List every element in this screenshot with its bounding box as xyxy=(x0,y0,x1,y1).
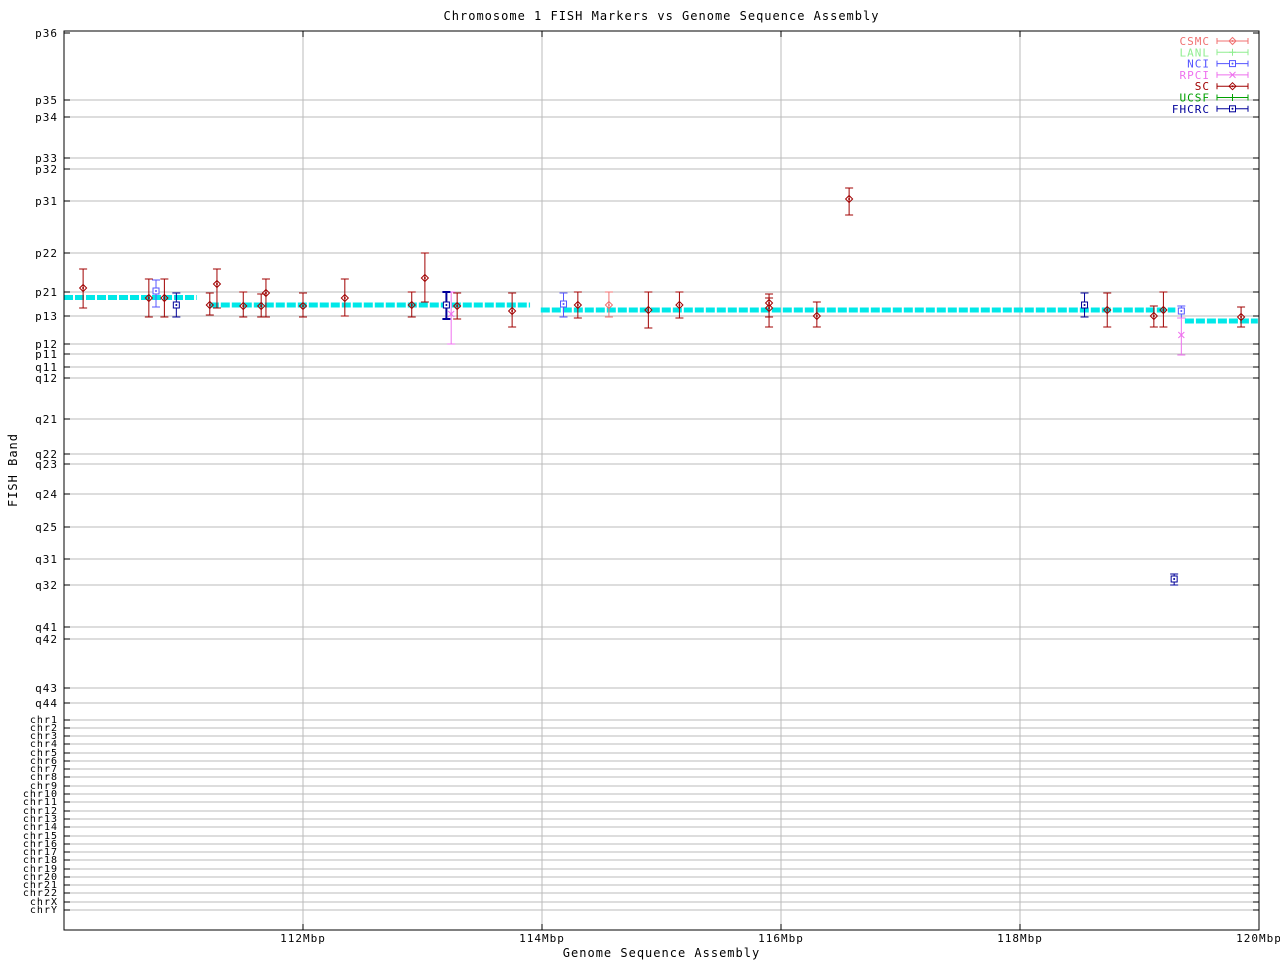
data-point-FHCRC-4-dot xyxy=(1173,578,1176,580)
y-tick-label-q23: q23 xyxy=(35,458,58,471)
data-point-SC-5-dot xyxy=(215,283,218,285)
y-tick-label-p22: p22 xyxy=(35,247,58,260)
data-point-SC-1-dot xyxy=(82,287,85,289)
legend-label-FHCRC: FHCRC xyxy=(1172,103,1210,116)
y-tick-label-q31: q31 xyxy=(35,553,58,566)
data-point-SC-15-dot xyxy=(576,304,579,306)
y-tick-label-p35: p35 xyxy=(35,94,58,107)
data-point-SC-10-dot xyxy=(343,297,346,299)
legend-symbol-FHCRC-dot xyxy=(1231,107,1234,110)
data-point-SC-7-dot xyxy=(260,305,263,307)
y-tick-label-q12: q12 xyxy=(35,372,58,385)
data-point-FHCRC-2-dot xyxy=(445,304,448,306)
x-tick-label-116Mbp: 116Mbp xyxy=(758,932,804,945)
x-tick-label-112Mbp: 112Mbp xyxy=(280,932,326,945)
plot-border xyxy=(63,30,1260,931)
data-point-SC-14-dot xyxy=(511,310,514,312)
x-tick-label-114Mbp: 114Mbp xyxy=(519,932,565,945)
legend-symbol-CSMC-dot xyxy=(1231,40,1234,42)
data-point-SC-19-dot xyxy=(768,307,771,309)
legend-symbol-SC-dot xyxy=(1231,85,1234,88)
y-axis-title: FISH Band xyxy=(6,432,20,508)
y-tick-label-q43: q43 xyxy=(35,682,58,695)
data-point-NCI-2-dot xyxy=(562,303,565,305)
y-tick-label-p31: p31 xyxy=(35,195,58,208)
data-point-FHCRC-1-dot xyxy=(175,304,178,306)
data-point-SC-6-dot xyxy=(242,305,245,307)
data-point-SC-21-dot xyxy=(848,198,851,200)
y-tick-label-p32: p32 xyxy=(35,163,58,176)
legend-symbol-NCI-dot xyxy=(1231,62,1234,65)
data-point-SC-17-dot xyxy=(678,304,681,306)
y-tick-label-q21: q21 xyxy=(35,413,58,426)
data-point-SC-13-dot xyxy=(456,305,459,307)
y-tick-label-q44: q44 xyxy=(35,697,58,710)
data-point-SC-9-dot xyxy=(302,305,304,307)
chart-title: Chromosome 1 FISH Markers vs Genome Sequ… xyxy=(443,9,880,23)
y-tick-label-q42: q42 xyxy=(35,633,58,646)
y-tick-label-p13: p13 xyxy=(35,310,58,323)
y-tick-label-q24: q24 xyxy=(35,488,58,501)
data-point-SC-25-dot xyxy=(1240,316,1243,318)
x-tick-label-120Mbp: 120Mbp xyxy=(1236,932,1280,945)
data-point-SC-24-dot xyxy=(1162,309,1165,311)
x-axis-title: Genome Sequence Assembly xyxy=(562,946,761,960)
y-tick-label-p34: p34 xyxy=(35,111,58,124)
x-tick-label-118Mbp: 118Mbp xyxy=(997,932,1043,945)
data-point-SC-4-dot xyxy=(208,304,211,306)
data-point-CSMC-1-dot xyxy=(607,304,610,306)
data-point-FHCRC-3-dot xyxy=(1083,304,1086,306)
data-point-SC-11-dot xyxy=(410,304,413,306)
y-tick-label-chrY: chrY xyxy=(30,905,58,916)
y-tick-label-p11: p11 xyxy=(35,348,58,361)
data-point-SC-20-dot xyxy=(815,315,818,317)
data-point-SC-8-dot xyxy=(264,292,267,294)
data-point-SC-23-dot xyxy=(1152,315,1155,317)
y-tick-label-p21: p21 xyxy=(35,286,58,299)
y-tick-label-q25: q25 xyxy=(35,521,58,534)
plot-area: p36p35p34p33p32p31p22p21p13p12p11q11q12q… xyxy=(23,27,1280,945)
y-tick-label-p36: p36 xyxy=(35,27,58,40)
data-point-SC-16-dot xyxy=(647,309,650,311)
data-point-SC-22-dot xyxy=(1106,309,1109,311)
data-point-SC-2-dot xyxy=(147,297,150,299)
data-point-NCI-3-dot xyxy=(1180,310,1183,312)
y-tick-label-q32: q32 xyxy=(35,579,58,592)
data-point-SC-12-dot xyxy=(423,277,426,279)
data-point-NCI-1-dot xyxy=(155,290,158,292)
data-point-SC-3-dot xyxy=(163,297,166,299)
